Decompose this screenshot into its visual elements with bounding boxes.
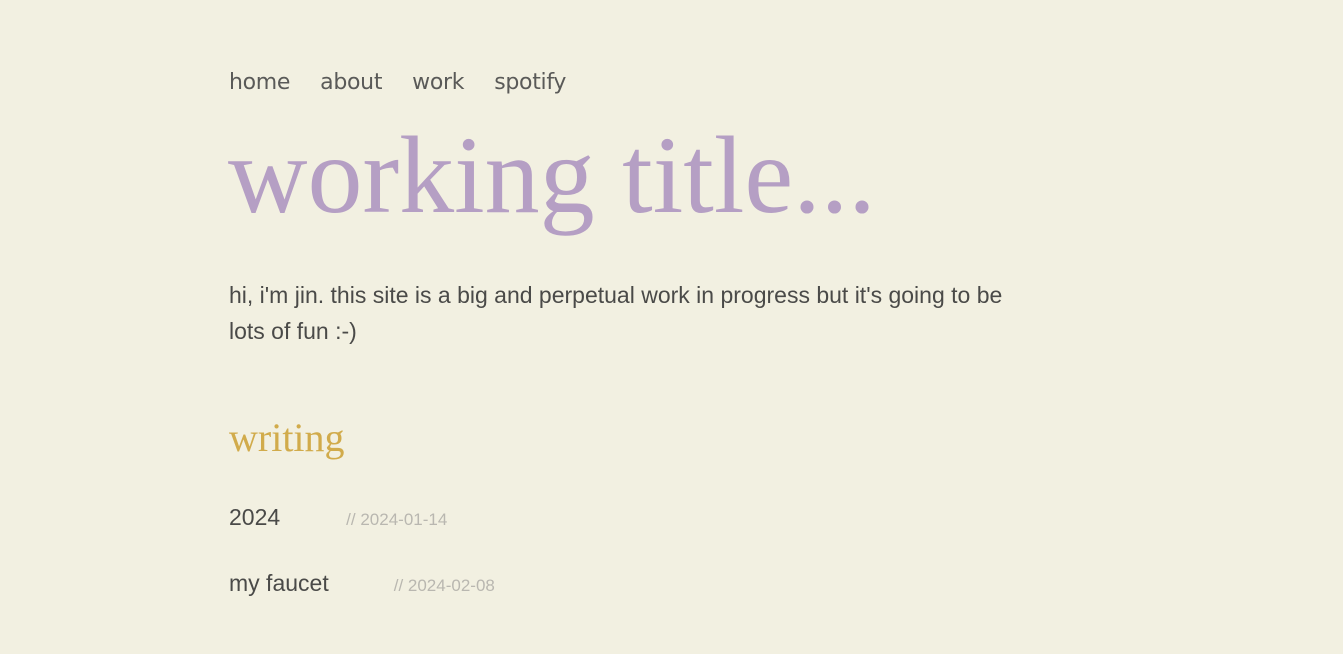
page: home about work spotify working title...… <box>0 0 1343 654</box>
post-date: // 2024-01-14 <box>346 510 448 529</box>
post-title-link[interactable]: my faucet <box>229 570 329 597</box>
page-title: working title... <box>228 114 876 236</box>
nav-home-link[interactable]: home <box>229 70 290 95</box>
post-date: // 2024-02-08 <box>393 576 495 595</box>
post-title-link[interactable]: 2024 <box>229 504 280 531</box>
post-list-item: 2024 // 2024-01-14 <box>229 504 447 531</box>
nav-work-link[interactable]: work <box>412 70 464 95</box>
nav-about-link[interactable]: about <box>320 70 382 95</box>
top-nav: home about work spotify <box>229 70 596 95</box>
post-list-item: my faucet // 2024-02-08 <box>229 570 495 597</box>
writing-heading: writing <box>229 415 345 460</box>
nav-spotify-link[interactable]: spotify <box>494 70 566 95</box>
intro-text: hi, i'm jin. this site is a big and perp… <box>229 282 1003 344</box>
